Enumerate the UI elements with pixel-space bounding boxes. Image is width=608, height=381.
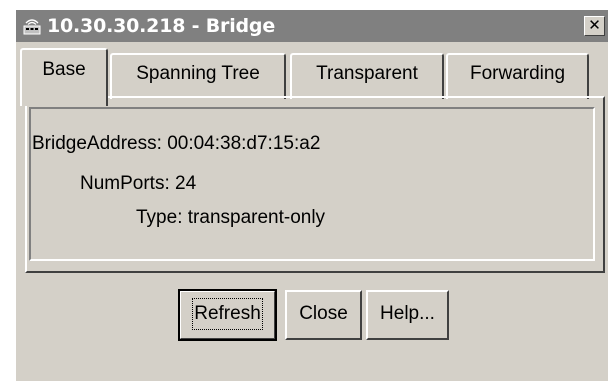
title-bar[interactable]: 10.30.30.218 - Bridge ✕: [16, 10, 608, 42]
tab-base[interactable]: Base: [20, 48, 108, 106]
tab-label: Spanning Tree: [136, 63, 260, 84]
type-value: transparent-only: [187, 207, 326, 228]
tab-label: Forwarding: [469, 63, 566, 84]
window-title: 10.30.30.218 - Bridge: [47, 15, 276, 37]
bridge-address-field: BridgeAddress: 00:04:38:d7:15:a2: [32, 133, 320, 155]
close-button[interactable]: Close: [285, 290, 362, 340]
close-window-button[interactable]: ✕: [584, 16, 605, 36]
tab-forwarding[interactable]: Forwarding: [446, 53, 589, 99]
bridge-address-label: BridgeAddress:: [32, 133, 162, 154]
type-label: Type:: [136, 207, 183, 228]
num-ports-value: 24: [175, 173, 197, 194]
num-ports-label: NumPorts:: [80, 173, 170, 194]
tab-label: Base: [42, 59, 86, 80]
bridge-dialog: 10.30.30.218 - Bridge ✕ Base Spanning Tr…: [16, 10, 608, 381]
close-button-label: Close: [299, 303, 348, 324]
network-device-icon: [23, 19, 41, 35]
help-button[interactable]: Help...: [366, 290, 449, 340]
refresh-button-label: Refresh: [192, 298, 263, 330]
help-button-label: Help...: [380, 303, 435, 324]
tab-spanning-tree[interactable]: Spanning Tree: [110, 53, 286, 99]
tab-transparent[interactable]: Transparent: [290, 53, 444, 99]
num-ports-field: NumPorts: 24: [80, 173, 196, 195]
refresh-button[interactable]: Refresh: [178, 289, 277, 341]
type-field: Type: transparent-only: [136, 207, 325, 229]
bridge-address-value: 00:04:38:d7:15:a2: [167, 133, 321, 154]
close-icon: ✕: [588, 16, 601, 34]
tab-label: Transparent: [316, 63, 418, 84]
